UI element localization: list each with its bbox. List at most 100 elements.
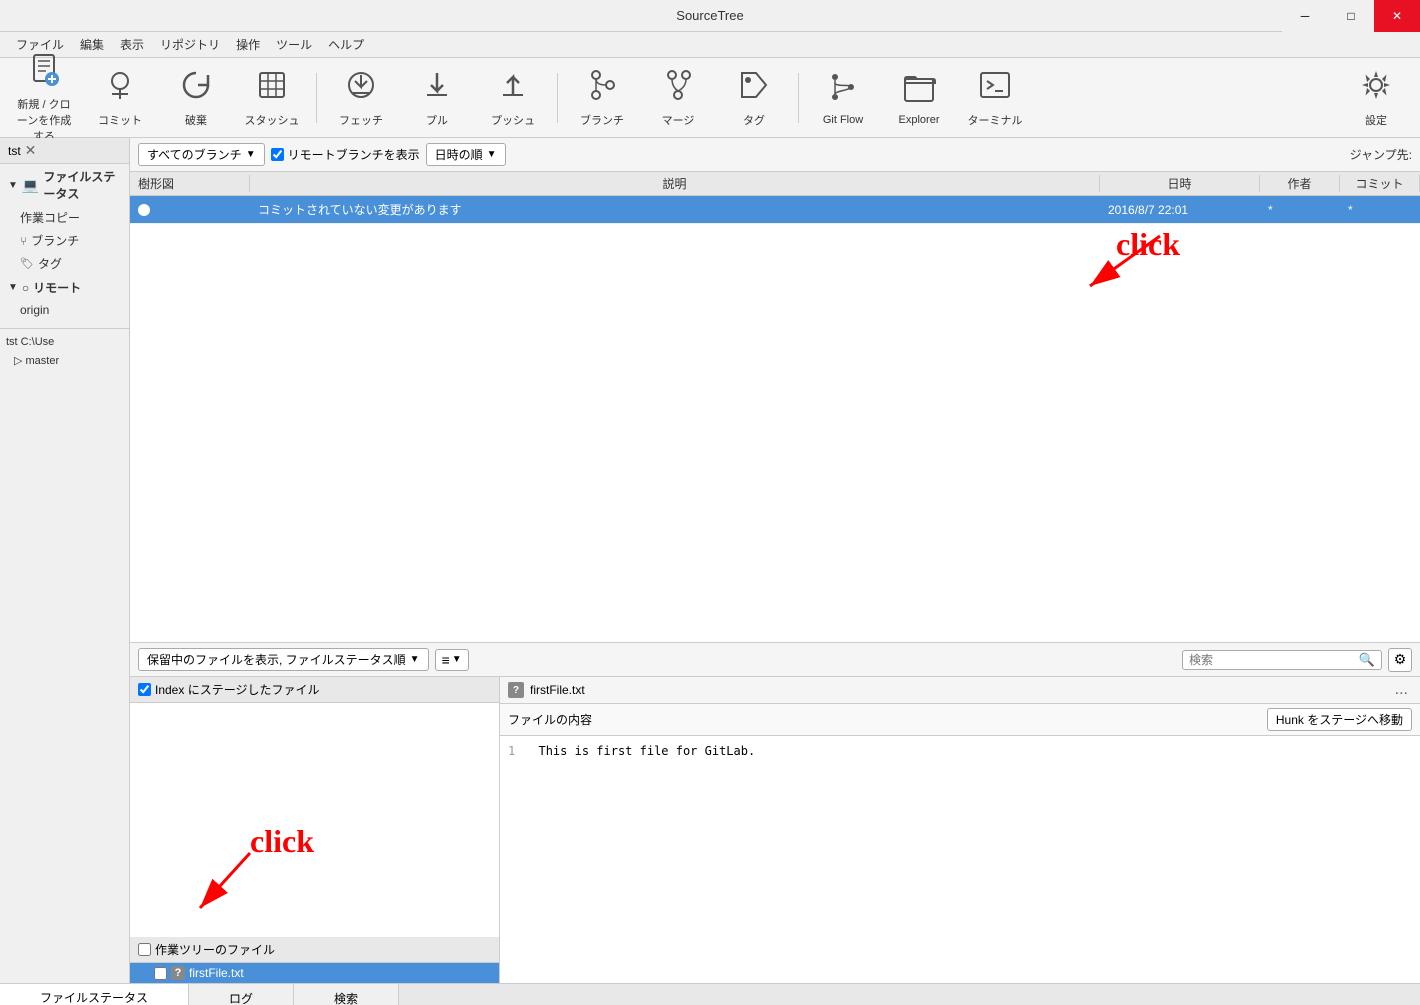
- branch-icon: [584, 67, 620, 110]
- new-clone-button[interactable]: 新規 / クローンを作成する: [8, 62, 80, 134]
- all-branches-arrow-icon: ▼: [246, 149, 256, 160]
- sidebar-repo-master[interactable]: ▷ master: [0, 351, 129, 370]
- commit-button[interactable]: コミット: [84, 62, 156, 134]
- new-clone-icon: [26, 51, 62, 94]
- sort-dropdown[interactable]: 日時の順 ▼: [426, 143, 506, 166]
- separator-3: [798, 73, 799, 123]
- search-icon: 🔍: [1359, 652, 1375, 668]
- separator-1: [316, 73, 317, 123]
- click-annotation-1: click: [1116, 226, 1180, 263]
- bottom-split: Index にステージしたファイル 作業ツリーのファイル ? firstFile: [130, 677, 1420, 983]
- all-branches-dropdown[interactable]: すべてのブランチ ▼: [138, 143, 265, 166]
- explorer-button[interactable]: Explorer: [883, 62, 955, 134]
- terminal-icon: [977, 67, 1013, 110]
- filter-settings-button[interactable]: ⚙: [1388, 648, 1412, 672]
- pending-arrow-icon: ▼: [410, 654, 420, 665]
- sort-label: 日時の順: [435, 146, 483, 163]
- menu-view[interactable]: 表示: [112, 34, 152, 55]
- pending-files-label: 保留中のファイルを表示, ファイルステータス順: [147, 651, 406, 668]
- file-row-firstfile[interactable]: ? firstFile.txt: [130, 963, 499, 983]
- list-view-button[interactable]: ≡ ▼: [435, 649, 469, 671]
- diff-header: ? firstFile.txt ...: [500, 677, 1420, 704]
- sidebar-repo-tst[interactable]: tst C:\Use: [0, 333, 129, 351]
- diff-file-question-icon: ?: [508, 682, 524, 698]
- gitflow-icon: [825, 69, 861, 112]
- show-remote-checkbox-label[interactable]: リモートブランチを表示: [271, 146, 420, 163]
- working-tree-checkbox[interactable]: [138, 943, 151, 956]
- discard-icon: [178, 67, 214, 110]
- pending-files-dropdown[interactable]: 保留中のファイルを表示, ファイルステータス順 ▼: [138, 648, 429, 671]
- close-button[interactable]: ✕: [1374, 0, 1420, 32]
- commit-label: コミット: [98, 112, 142, 128]
- sidebar-item-tag[interactable]: 🏷 タグ: [0, 252, 129, 275]
- search-input[interactable]: [1189, 653, 1355, 667]
- file-checkbox-firstfile[interactable]: [154, 967, 167, 980]
- settings-icon: [1358, 67, 1394, 110]
- section-arrow-icon: ▼: [8, 180, 18, 191]
- tab-file-status[interactable]: ファイルステータス: [0, 984, 189, 1005]
- repo-master-label: ▷ master: [6, 354, 59, 367]
- show-remote-checkbox[interactable]: [271, 148, 284, 161]
- minimize-button[interactable]: ─: [1282, 0, 1328, 32]
- menu-tools[interactable]: ツール: [268, 34, 320, 55]
- branch-sidebar-icon: ⑂: [20, 234, 27, 248]
- sidebar-tab-close[interactable]: ✕: [25, 142, 37, 159]
- col-header-description: 説明: [250, 175, 1100, 192]
- explorer-icon: [901, 69, 937, 112]
- repo-tst-label: tst C:\Use: [6, 336, 54, 348]
- terminal-button[interactable]: ターミナル: [959, 62, 1031, 134]
- diff-filename: firstFile.txt: [530, 683, 585, 697]
- main-layout: tst ✕ ▼ 💻 ファイルステータス 作業コピー ⑂ ブランチ 🏷 タグ ▼ …: [0, 138, 1420, 983]
- search-box: 🔍: [1182, 650, 1382, 670]
- discard-label: 破棄: [185, 112, 207, 128]
- sidebar: tst ✕ ▼ 💻 ファイルステータス 作業コピー ⑂ ブランチ 🏷 タグ ▼ …: [0, 138, 130, 983]
- settings-button[interactable]: 設定: [1340, 62, 1412, 134]
- stash-button[interactable]: スタッシュ: [236, 62, 308, 134]
- commit-tree-cell: [130, 204, 250, 216]
- commit-row-uncommitted[interactable]: コミットされていない変更があります 2016/8/7 22:01 * *: [130, 196, 1420, 224]
- list-icon: ≡: [442, 652, 450, 668]
- col-header-tree: 樹形図: [130, 175, 250, 192]
- menu-bar: ファイル 編集 表示 リポジトリ 操作 ツール ヘルプ: [0, 32, 1420, 58]
- hunk-move-button[interactable]: Hunk をステージへ移動: [1267, 708, 1412, 731]
- merge-label: マージ: [662, 112, 695, 128]
- discard-button[interactable]: 破棄: [160, 62, 232, 134]
- diff-more-button[interactable]: ...: [1391, 681, 1412, 699]
- tab-log[interactable]: ログ: [189, 984, 294, 1005]
- fetch-button[interactable]: フェッチ: [325, 62, 397, 134]
- sidebar-section-remote[interactable]: ▼ ○ リモート: [0, 275, 129, 300]
- list-arrow-icon: ▼: [452, 654, 462, 665]
- merge-icon: [660, 67, 696, 110]
- commit-toolbar: すべてのブランチ ▼ リモートブランチを表示 日時の順 ▼ ジャンプ先:: [130, 138, 1420, 172]
- col-header-commit: コミット: [1340, 175, 1420, 192]
- gear-icon: ⚙: [1394, 651, 1407, 668]
- pull-button[interactable]: プル: [401, 62, 473, 134]
- push-button[interactable]: プッシュ: [477, 62, 549, 134]
- merge-button[interactable]: マージ: [642, 62, 714, 134]
- menu-help[interactable]: ヘルプ: [320, 34, 372, 55]
- file-question-icon: ?: [171, 966, 185, 980]
- file-status-section-label: ファイルステータス: [43, 168, 125, 202]
- diff-sub-header-label: ファイルの内容: [508, 711, 592, 728]
- staged-files-checkbox[interactable]: [138, 683, 151, 696]
- tag-icon: [736, 67, 772, 110]
- push-icon: [495, 67, 531, 110]
- sidebar-item-branch[interactable]: ⑂ ブランチ: [0, 229, 129, 252]
- sidebar-tab-label: tst: [8, 144, 21, 158]
- tab-search[interactable]: 検索: [294, 984, 399, 1005]
- sort-arrow-icon: ▼: [487, 149, 497, 160]
- tag-sidebar-label: タグ: [38, 255, 62, 272]
- gitflow-button[interactable]: Git Flow: [807, 62, 879, 134]
- diff-line-content: This is first file for GitLab.: [538, 744, 755, 758]
- tag-button[interactable]: タグ: [718, 62, 790, 134]
- jump-label: ジャンプ先:: [1350, 146, 1412, 163]
- menu-operation[interactable]: 操作: [228, 34, 268, 55]
- sidebar-section-file-status[interactable]: ▼ 💻 ファイルステータス: [0, 164, 129, 206]
- menu-repository[interactable]: リポジトリ: [152, 34, 228, 55]
- branch-button[interactable]: ブランチ: [566, 62, 638, 134]
- sidebar-item-origin[interactable]: origin: [0, 300, 129, 320]
- commit-hash-cell: *: [1340, 203, 1420, 217]
- maximize-button[interactable]: □: [1328, 0, 1374, 32]
- menu-edit[interactable]: 編集: [72, 34, 112, 55]
- sidebar-item-working-copy[interactable]: 作業コピー: [0, 206, 129, 229]
